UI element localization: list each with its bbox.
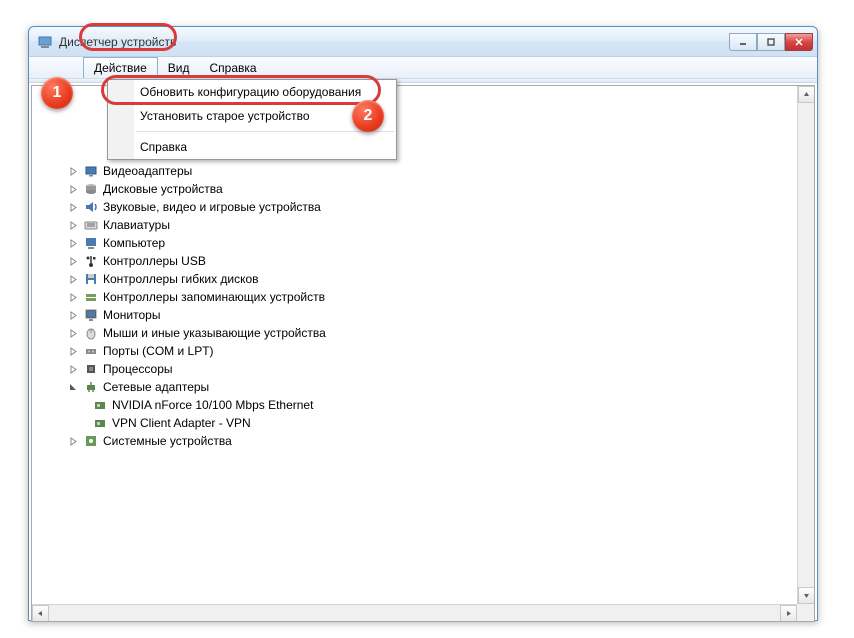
expand-icon[interactable] — [68, 274, 79, 285]
annotation-badge-2: 2 — [352, 100, 384, 132]
tree-label: Контроллеры гибких дисков — [103, 272, 259, 286]
tree-item-display[interactable]: Видеоадаптеры — [34, 162, 812, 180]
expand-icon[interactable] — [68, 310, 79, 321]
tree-label: Мыши и иные указывающие устройства — [103, 326, 326, 340]
expand-icon[interactable] — [68, 220, 79, 231]
network-icon — [83, 379, 99, 395]
menu-update-hardware[interactable]: Обновить конфигурацию оборудования — [108, 80, 396, 104]
expand-icon[interactable] — [68, 238, 79, 249]
tree-item-computer[interactable]: Компьютер — [34, 234, 812, 252]
storage-icon — [83, 289, 99, 305]
tree-label: Процессоры — [103, 362, 173, 376]
menu-help[interactable]: Справка — [199, 57, 266, 78]
monitor-icon — [83, 307, 99, 323]
device-manager-window: Диспетчер устройств Действие Вид Справка… — [28, 26, 818, 621]
expand-icon[interactable] — [68, 256, 79, 267]
minimize-button[interactable] — [729, 33, 757, 51]
menu-view[interactable]: Вид — [158, 57, 200, 78]
menubar: Действие Вид Справка — [29, 57, 817, 79]
tree-label: Компьютер — [103, 236, 165, 250]
tree-item-monitor[interactable]: Мониторы — [34, 306, 812, 324]
maximize-button[interactable] — [757, 33, 785, 51]
usb-icon — [83, 253, 99, 269]
tree-label: Сетевые адаптеры — [103, 380, 209, 394]
horizontal-scrollbar[interactable] — [32, 604, 797, 621]
content-area: Видеоадаптеры Дисковые устройства Звуков… — [31, 85, 815, 622]
tree-label: Звуковые, видео и игровые устройства — [103, 200, 321, 214]
tree-label: Порты (COM и LPT) — [103, 344, 214, 358]
tree-item-port[interactable]: Порты (COM и LPT) — [34, 342, 812, 360]
tree-label: Контроллеры запоминающих устройств — [103, 290, 325, 304]
tree-item-keyboard[interactable]: Клавиатуры — [34, 216, 812, 234]
expand-icon[interactable] — [68, 346, 79, 357]
annotation-badge-1: 1 — [41, 77, 73, 109]
collapse-icon[interactable] — [68, 382, 79, 393]
tree-label: Мониторы — [103, 308, 160, 322]
tree-item-disk[interactable]: Дисковые устройства — [34, 180, 812, 198]
tree-item-sound[interactable]: Звуковые, видео и игровые устройства — [34, 198, 812, 216]
sound-icon — [83, 199, 99, 215]
vertical-scrollbar[interactable] — [797, 86, 814, 604]
expand-icon[interactable] — [68, 436, 79, 447]
expand-icon[interactable] — [68, 202, 79, 213]
close-button[interactable] — [785, 33, 813, 51]
tree-label: Клавиатуры — [103, 218, 170, 232]
display-icon — [83, 163, 99, 179]
app-icon — [37, 34, 53, 50]
floppy-icon — [83, 271, 99, 287]
titlebar[interactable]: Диспетчер устройств — [29, 27, 817, 57]
tree-item-storage[interactable]: Контроллеры запоминающих устройств — [34, 288, 812, 306]
expand-icon[interactable] — [68, 292, 79, 303]
menu-action[interactable]: Действие — [83, 57, 158, 78]
menu-separator — [136, 131, 394, 132]
tree-label: Дисковые устройства — [103, 182, 223, 196]
tree-item-mouse[interactable]: Мыши и иные указывающие устройства — [34, 324, 812, 342]
tree-item-cpu[interactable]: Процессоры — [34, 360, 812, 378]
tree-label: VPN Client Adapter - VPN — [112, 416, 251, 430]
tree-item-system[interactable]: Системные устройства — [34, 432, 812, 450]
expand-icon[interactable] — [68, 328, 79, 339]
disk-icon — [83, 181, 99, 197]
scrollbar-corner — [797, 604, 814, 621]
window-title: Диспетчер устройств — [59, 35, 729, 49]
keyboard-icon — [83, 217, 99, 233]
scroll-down-button[interactable] — [798, 587, 815, 604]
computer-icon — [83, 235, 99, 251]
scroll-right-button[interactable] — [780, 605, 797, 622]
tree-child-item[interactable]: NVIDIA nForce 10/100 Mbps Ethernet — [34, 396, 812, 414]
tree-item-floppy[interactable]: Контроллеры гибких дисков — [34, 270, 812, 288]
mouse-icon — [83, 325, 99, 341]
tree-label: NVIDIA nForce 10/100 Mbps Ethernet — [112, 398, 313, 412]
tree-label: Контроллеры USB — [103, 254, 206, 268]
tree-child-item[interactable]: VPN Client Adapter - VPN — [34, 414, 812, 432]
tree-item-network[interactable]: Сетевые адаптеры — [34, 378, 812, 396]
expand-icon[interactable] — [68, 364, 79, 375]
cpu-icon — [83, 361, 99, 377]
system-icon — [83, 433, 99, 449]
network-adapter-icon — [92, 397, 108, 413]
scroll-up-button[interactable] — [798, 86, 815, 103]
tree-item-usb[interactable]: Контроллеры USB — [34, 252, 812, 270]
expand-icon[interactable] — [68, 184, 79, 195]
tree-label: Видеоадаптеры — [103, 164, 192, 178]
menu-help-item[interactable]: Справка — [108, 135, 396, 159]
tree-label: Системные устройства — [103, 434, 232, 448]
network-adapter-icon — [92, 415, 108, 431]
scroll-left-button[interactable] — [32, 605, 49, 622]
expand-icon[interactable] — [68, 166, 79, 177]
port-icon — [83, 343, 99, 359]
